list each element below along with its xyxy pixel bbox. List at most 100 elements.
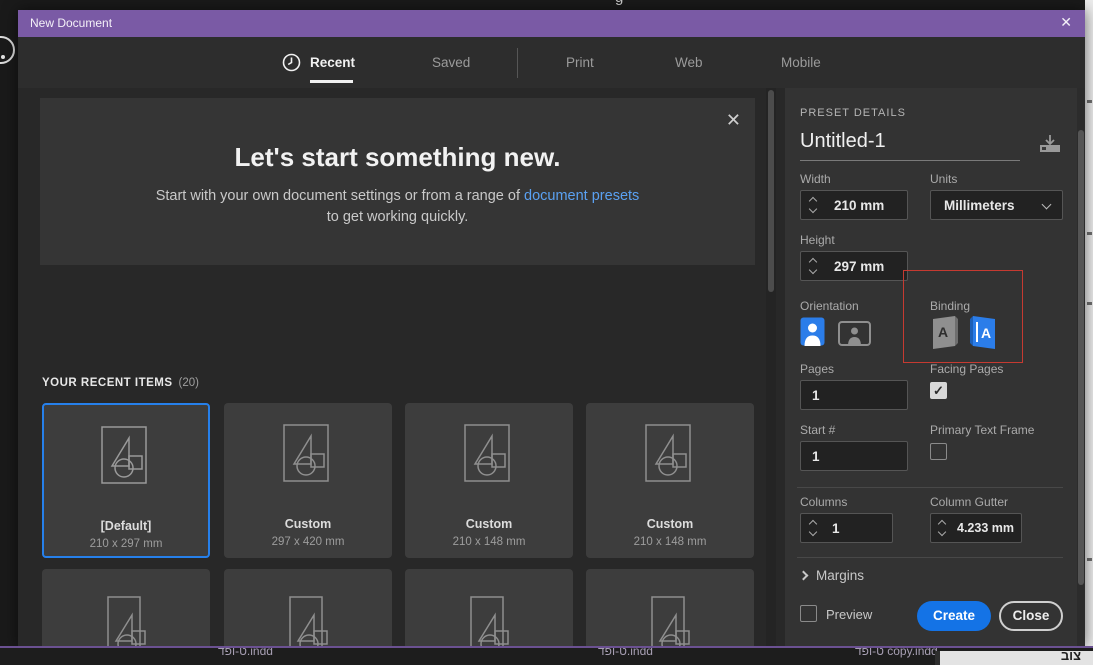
start-number-field[interactable]: 1 bbox=[800, 441, 908, 471]
recent-items-count: (20) bbox=[178, 377, 199, 389]
app-edge-artifact bbox=[1087, 232, 1092, 235]
preset-card-name: Custom bbox=[465, 517, 513, 531]
preset-card-custom-2[interactable]: Custom 210 x 148 mm bbox=[405, 403, 573, 558]
preset-card-row2[interactable] bbox=[586, 569, 754, 647]
main-scrollbar-thumb[interactable] bbox=[768, 90, 774, 292]
preview-checkbox[interactable] bbox=[800, 605, 817, 622]
column-gutter-value[interactable]: 4.233 mm bbox=[957, 521, 1014, 535]
banner-line2: to get working quickly. bbox=[326, 209, 469, 225]
preview-label: Preview bbox=[826, 607, 873, 622]
tab-mobile[interactable]: Mobile bbox=[781, 55, 821, 70]
app-edge-artifact bbox=[1087, 302, 1092, 305]
app-document-tab[interactable]: ט-ופד.indd bbox=[598, 648, 653, 658]
divider bbox=[797, 557, 1063, 558]
template-icon bbox=[405, 593, 573, 647]
units-label: Units bbox=[930, 172, 958, 186]
facing-pages-checkbox[interactable]: ✓ bbox=[930, 382, 947, 399]
dialog-close-icon[interactable]: ✕ bbox=[1060, 14, 1072, 31]
template-icon bbox=[405, 419, 573, 500]
width-value[interactable]: 210 mm bbox=[834, 198, 884, 213]
height-label: Height bbox=[800, 233, 835, 247]
dialog-titlebar[interactable]: New Document ✕ bbox=[18, 10, 1085, 37]
orientation-portrait-icon[interactable] bbox=[800, 317, 825, 351]
columns-label: Columns bbox=[800, 495, 848, 509]
decrement-icon[interactable] bbox=[937, 527, 947, 537]
tab-recent[interactable]: Recent bbox=[310, 55, 355, 70]
margins-section-toggle[interactable]: Margins bbox=[798, 568, 865, 583]
banner-line1: Start with your own document settings or… bbox=[155, 188, 525, 204]
column-gutter-field[interactable]: 4.233 mm bbox=[930, 513, 1022, 543]
preset-card-name: [Default] bbox=[100, 519, 152, 533]
preset-card-size: 210 x 148 mm bbox=[452, 536, 526, 548]
decrement-icon[interactable] bbox=[808, 204, 818, 214]
template-icon bbox=[224, 593, 392, 647]
preset-card-size: 297 x 420 mm bbox=[271, 536, 345, 548]
document-name-underline bbox=[800, 160, 1020, 161]
banner-subtitle: Start with your own document settings or… bbox=[40, 186, 755, 228]
start-number-label: Start # bbox=[800, 423, 836, 437]
create-button[interactable]: Create bbox=[917, 601, 991, 631]
margins-label: Margins bbox=[816, 568, 865, 583]
app-document-tab[interactable]: ט-ופד copy.indd bbox=[855, 648, 938, 658]
preset-details-panel: PRESET DETAILS Untitled-1 Width 210 mm U… bbox=[785, 88, 1077, 647]
tab-divider bbox=[517, 48, 518, 78]
chevron-down-icon bbox=[1041, 199, 1052, 210]
units-dropdown[interactable]: Millimeters bbox=[930, 190, 1063, 220]
background-tool-dot bbox=[1, 55, 5, 59]
panel-edge bbox=[935, 651, 940, 665]
primary-text-frame-checkbox[interactable] bbox=[930, 443, 947, 460]
preset-card-name: Custom bbox=[284, 517, 332, 531]
height-value[interactable]: 297 mm bbox=[834, 259, 884, 274]
template-icon bbox=[42, 593, 210, 647]
sidebar-scrollbar-thumb[interactable] bbox=[1078, 130, 1084, 585]
banner-close-icon[interactable]: ✕ bbox=[726, 110, 741, 131]
units-value: Millimeters bbox=[944, 198, 1015, 213]
orientation-landscape-icon[interactable] bbox=[838, 321, 871, 351]
preset-card-size: 210 x 297 mm bbox=[89, 538, 163, 550]
start-number-value[interactable]: 1 bbox=[812, 449, 820, 464]
preset-card-row2[interactable] bbox=[42, 569, 210, 647]
clock-icon bbox=[282, 53, 301, 77]
pages-value[interactable]: 1 bbox=[812, 388, 820, 403]
height-field[interactable]: 297 mm bbox=[800, 251, 908, 281]
binding-annotation-rectangle bbox=[903, 270, 1023, 363]
tab-saved[interactable]: Saved bbox=[432, 55, 470, 70]
background-clipped-text: g bbox=[615, 0, 660, 9]
preset-card-default[interactable]: [Default] 210 x 297 mm bbox=[42, 403, 210, 558]
preset-card-custom-1[interactable]: Custom 297 x 420 mm bbox=[224, 403, 392, 558]
facing-pages-label: Facing Pages bbox=[930, 362, 1004, 376]
template-icon bbox=[586, 593, 754, 647]
dialog-title: New Document bbox=[30, 16, 113, 30]
divider bbox=[797, 487, 1063, 488]
active-tab-underline bbox=[310, 80, 353, 83]
column-gutter-label: Column Gutter bbox=[930, 495, 1009, 509]
tab-bar: Recent Saved Print Web Mobile bbox=[18, 37, 1085, 88]
width-field[interactable]: 210 mm bbox=[800, 190, 908, 220]
pages-label: Pages bbox=[800, 362, 835, 376]
columns-value[interactable]: 1 bbox=[832, 521, 840, 536]
banner-title: Let's start something new. bbox=[234, 142, 561, 172]
save-preset-icon[interactable] bbox=[1038, 134, 1062, 159]
app-document-tabs-strip: ט-ופד.indd ט-ופד.indd ט-ופד copy.indd bbox=[0, 648, 1093, 665]
preset-card-row2[interactable] bbox=[224, 569, 392, 647]
panel-text: צוב bbox=[1060, 651, 1081, 663]
document-name-input[interactable]: Untitled-1 bbox=[800, 130, 886, 153]
app-document-tab[interactable]: ט-ופד.indd bbox=[218, 648, 273, 658]
close-button[interactable]: Close bbox=[999, 601, 1063, 631]
primary-text-frame-label: Primary Text Frame bbox=[930, 423, 1035, 437]
template-icon bbox=[586, 419, 754, 500]
columns-field[interactable]: 1 bbox=[800, 513, 893, 543]
document-presets-link[interactable]: document presets bbox=[524, 188, 639, 204]
template-icon bbox=[44, 421, 208, 502]
tab-print[interactable]: Print bbox=[566, 55, 594, 70]
background-tool-circle bbox=[0, 36, 15, 64]
preset-details-heading: PRESET DETAILS bbox=[800, 107, 906, 119]
decrement-icon[interactable] bbox=[808, 527, 818, 537]
decrement-icon[interactable] bbox=[808, 265, 818, 275]
tab-web[interactable]: Web bbox=[675, 55, 703, 70]
pages-field[interactable]: 1 bbox=[800, 380, 908, 410]
app-edge-artifact bbox=[1087, 558, 1092, 561]
preset-card-custom-3[interactable]: Custom 210 x 148 mm bbox=[586, 403, 754, 558]
welcome-banner: ✕ Let's start something new. Start with … bbox=[40, 98, 755, 265]
preset-card-row2[interactable] bbox=[405, 569, 573, 647]
